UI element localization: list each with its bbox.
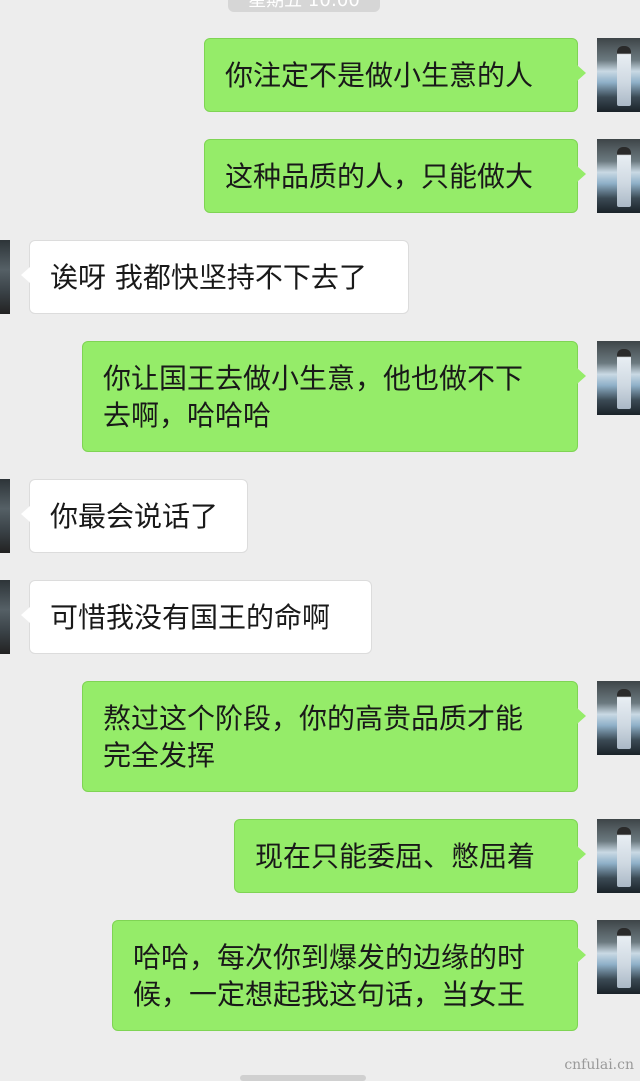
- my-message-bubble[interactable]: 这种品质的人，只能做大: [204, 139, 586, 213]
- message-text: 可惜我没有国王的命啊: [50, 600, 331, 634]
- message-text: 你注定不是做小生意的人: [225, 58, 534, 92]
- my-message-bubble[interactable]: 你让国王去做小生意，他也做不下 去啊，哈哈哈: [82, 341, 586, 452]
- my-message-bubble[interactable]: 现在只能委屈、憋屈着: [234, 819, 586, 893]
- contact-avatar[interactable]: [0, 479, 10, 553]
- my-avatar[interactable]: [597, 681, 640, 755]
- my-message-bubble[interactable]: 熬过这个阶段，你的高贵品质才能 完全发挥: [82, 681, 586, 792]
- my-avatar[interactable]: [597, 341, 640, 415]
- message-text: 现在只能委屈、憋屈着: [255, 839, 536, 873]
- chat-timestamp: 星期五 10:00: [228, 0, 380, 12]
- contact-avatar[interactable]: [0, 580, 10, 654]
- my-avatar[interactable]: [597, 139, 640, 213]
- my-avatar[interactable]: [597, 38, 640, 112]
- my-avatar[interactable]: [597, 920, 640, 994]
- contact-message-bubble[interactable]: 你最会说话了: [21, 479, 248, 553]
- watermark: cnfulai.cn: [564, 1057, 634, 1073]
- message-text: 诶呀 我都快坚持不下去了: [50, 260, 367, 294]
- message-text: 这种品质的人，只能做大: [225, 159, 534, 193]
- contact-avatar[interactable]: [0, 240, 10, 314]
- contact-message-bubble[interactable]: 可惜我没有国王的命啊: [21, 580, 372, 654]
- home-indicator[interactable]: [240, 1075, 366, 1081]
- message-text-line: 你让国王去做小生意，他也做不下: [103, 362, 524, 395]
- message-text-line: 完全发挥: [103, 739, 216, 772]
- my-avatar[interactable]: [597, 819, 640, 893]
- message-text-line: 熬过这个阶段，你的高贵品质才能: [103, 702, 524, 735]
- contact-message-bubble[interactable]: 诶呀 我都快坚持不下去了: [21, 240, 409, 314]
- my-message-bubble[interactable]: 哈哈，每次你到爆发的边缘的时 候，一定想起我这句话，当女王: [112, 920, 586, 1031]
- message-text: 你最会说话了: [50, 499, 219, 533]
- message-text-line: 哈哈，每次你到爆发的边缘的时: [133, 941, 526, 974]
- message-text-line: 去啊，哈哈哈: [103, 399, 272, 432]
- message-text-line: 候，一定想起我这句话，当女王: [133, 978, 526, 1011]
- my-message-bubble[interactable]: 你注定不是做小生意的人: [204, 38, 586, 112]
